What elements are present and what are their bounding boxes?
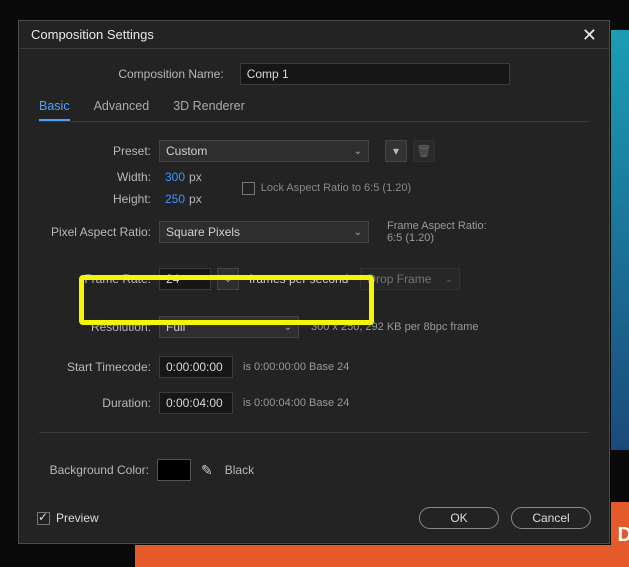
width-label: Width: <box>39 170 159 184</box>
preset-value: Custom <box>166 144 207 158</box>
resolution-value: Full <box>166 320 185 334</box>
duration-label: Duration: <box>39 396 159 410</box>
dialog-title: Composition Settings <box>31 27 154 42</box>
delete-preset-icon: 🗑 <box>413 140 435 162</box>
width-row: Width: 300 px <box>39 170 202 184</box>
lock-aspect-ratio-label: Lock Aspect Ratio to 6:5 (1.20) <box>261 182 411 194</box>
drop-frame-value: Drop Frame <box>367 272 431 286</box>
preview-label: Preview <box>56 511 99 525</box>
checkbox-icon <box>242 182 255 195</box>
dialog-titlebar: Composition Settings ✕ <box>19 21 609 49</box>
start-timecode-label: Start Timecode: <box>39 360 159 374</box>
duration-row: Duration: is 0:00:04:00 Base 24 <box>39 392 589 414</box>
composition-name-input[interactable] <box>240 63 510 85</box>
frame-rate-dropdown[interactable]: ⌄ <box>217 268 239 290</box>
frame-rate-row: Frame Rate: ⌄ frames per second Drop Fra… <box>39 268 589 290</box>
lock-aspect-ratio-checkbox[interactable]: Lock Aspect Ratio to 6:5 (1.20) <box>242 182 411 195</box>
background-color-label: Background Color: <box>39 463 157 477</box>
tab-3d-renderer[interactable]: 3D Renderer <box>173 99 245 121</box>
resolution-label: Resolution: <box>39 320 159 334</box>
height-unit: px <box>189 192 202 206</box>
frame-rate-input[interactable] <box>159 268 211 290</box>
dialog-body: Composition Name: Basic Advanced 3D Rend… <box>19 49 609 499</box>
preset-select[interactable]: Custom ⌄ <box>159 140 369 162</box>
resolution-select[interactable]: Full ⌄ <box>159 316 299 338</box>
start-timecode-row: Start Timecode: is 0:00:00:00 Base 24 <box>39 356 589 378</box>
height-value[interactable]: 250 <box>165 192 185 206</box>
preset-label: Preset: <box>39 144 159 158</box>
background-color-swatch[interactable] <box>157 459 191 481</box>
tab-advanced[interactable]: Advanced <box>94 99 150 121</box>
composition-name-row: Composition Name: <box>39 63 589 85</box>
width-unit: px <box>189 170 202 184</box>
ok-button[interactable]: OK <box>419 507 499 529</box>
background-orange-strip-bottom <box>135 545 612 567</box>
dimensions-block: Width: 300 px Height: 250 px Lock Aspect… <box>39 170 589 206</box>
chevron-down-icon: ⌄ <box>284 322 292 333</box>
height-label: Height: <box>39 192 159 206</box>
background-letter: D <box>618 524 629 547</box>
close-icon[interactable]: ✕ <box>582 26 597 44</box>
background-teal-strip <box>611 30 629 450</box>
preset-row: Preset: Custom ⌄ ▾ 🗑 <box>39 140 589 162</box>
tab-basic[interactable]: Basic <box>39 99 70 121</box>
background-color-row: Background Color: ✎ Black <box>39 459 589 481</box>
par-label: Pixel Aspect Ratio: <box>39 225 159 239</box>
duration-input[interactable] <box>159 392 233 414</box>
width-value[interactable]: 300 <box>165 170 185 184</box>
tabs-bar: Basic Advanced 3D Renderer <box>39 99 589 122</box>
far-value: 6:5 (1.20) <box>387 232 487 244</box>
start-timecode-info: is 0:00:00:00 Base 24 <box>243 361 349 373</box>
checkbox-icon <box>37 512 50 525</box>
duration-info: is 0:00:04:00 Base 24 <box>243 397 349 409</box>
far-label: Frame Aspect Ratio: <box>387 220 487 232</box>
frame-rate-unit: frames per second <box>249 272 348 286</box>
composition-name-label: Composition Name: <box>118 67 231 81</box>
chevron-down-icon: ⌄ <box>224 274 232 285</box>
height-row: Height: 250 px <box>39 192 202 206</box>
preview-checkbox[interactable]: Preview <box>37 511 99 525</box>
dialog-footer: Preview OK Cancel <box>19 499 609 543</box>
start-timecode-input[interactable] <box>159 356 233 378</box>
composition-settings-dialog: Composition Settings ✕ Composition Name:… <box>18 20 610 544</box>
resolution-info: 300 x 250, 292 KB per 8bpc frame <box>311 321 479 333</box>
frame-rate-label: Frame Rate: <box>39 272 159 286</box>
drop-frame-select: Drop Frame ⌄ <box>360 268 460 290</box>
eyedropper-icon[interactable]: ✎ <box>201 462 213 479</box>
divider <box>39 432 589 433</box>
cancel-button[interactable]: Cancel <box>511 507 591 529</box>
pixel-aspect-ratio-row: Pixel Aspect Ratio: Square Pixels ⌄ Fram… <box>39 220 589 244</box>
frame-aspect-ratio-block: Frame Aspect Ratio: 6:5 (1.20) <box>387 220 487 244</box>
par-value: Square Pixels <box>166 225 240 239</box>
resolution-row: Resolution: Full ⌄ 300 x 250, 292 KB per… <box>39 316 589 338</box>
background-color-name: Black <box>225 463 254 477</box>
chevron-down-icon: ⌄ <box>354 146 362 157</box>
chevron-down-icon: ⌄ <box>445 274 453 285</box>
chevron-down-icon: ⌄ <box>354 227 362 238</box>
save-preset-icon[interactable]: ▾ <box>385 140 407 162</box>
par-select[interactable]: Square Pixels ⌄ <box>159 221 369 243</box>
